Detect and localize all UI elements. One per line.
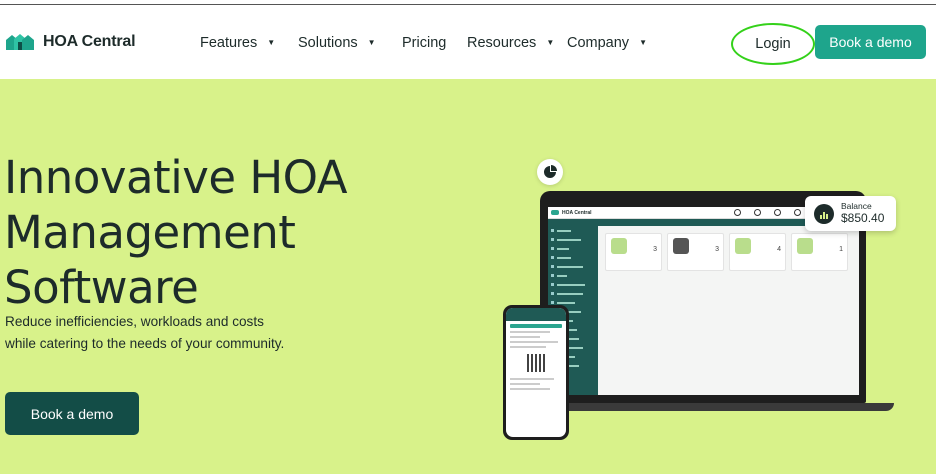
hero-subtext: Reduce inefficiencies, workloads and cos… [5,314,285,351]
dashboard-screenshot: HOA Central 3 3 4 1 [548,207,859,395]
qr-code-icon [527,354,545,372]
nav-item-pricing[interactable]: Pricing [402,35,446,51]
stat-icon [673,238,689,254]
brand-logo[interactable]: HOA Central [5,33,136,51]
balance-value: $850.40 [841,211,885,225]
mobile-app-screenshot [506,308,566,437]
dot-icon [774,209,781,216]
hero-headline: Innovative HOA Management Software [4,150,424,315]
stat-icon [797,238,813,254]
stat-value: 4 [777,246,781,253]
nav-label: Features [200,35,258,51]
stat-value: 3 [653,246,657,253]
stat-value: 3 [715,246,719,253]
dot-icon [734,209,741,216]
app-logo-icon [551,210,559,215]
caret-down-icon: ▼ [267,37,276,47]
nav-item-company[interactable]: Company ▼ [567,35,647,51]
brand-name: HOA Central [43,33,136,50]
bar-chart-icon [814,204,834,224]
balance-label: Balance [841,201,872,211]
stat-card: 1 [791,233,848,271]
caret-down-icon: ▼ [367,37,376,47]
nav-item-features[interactable]: Features ▼ [200,35,275,51]
headline-line: Innovative HOA [4,151,348,204]
login-link[interactable]: Login [731,23,815,65]
headline-line: Software [4,261,199,314]
stat-card: 3 [605,233,662,271]
balance-card: Balance $850.40 [805,196,896,231]
caret-down-icon: ▼ [639,37,647,47]
stat-card: 4 [729,233,786,271]
laptop-base [520,403,894,411]
stat-card: 3 [667,233,724,271]
nav-item-resources[interactable]: Resources ▼ [467,35,554,51]
hero-section: Innovative HOA Management Software Reduc… [0,79,936,474]
nav-label: Pricing [402,35,447,51]
stat-icon [611,238,627,254]
dot-icon [754,209,761,216]
houses-logo-icon [5,33,35,51]
book-demo-button-header[interactable]: Book a demo [815,25,926,59]
nav-label: Company [567,35,630,51]
nav-item-solutions[interactable]: Solutions ▼ [298,35,376,51]
app-name: HOA Central [562,210,592,216]
phone-mockup [503,305,569,440]
book-demo-button-hero[interactable]: Book a demo [5,392,139,435]
dot-icon [794,209,801,216]
pie-chart-icon [537,159,563,185]
site-header: HOA Central Features ▼ Solutions ▼ Prici… [0,5,936,79]
nav-label: Resources [467,35,537,51]
stat-icon [735,238,751,254]
caret-down-icon: ▼ [546,37,555,47]
headline-line: Management [4,206,296,259]
nav-label: Solutions [298,35,358,51]
stat-value: 1 [839,246,843,253]
